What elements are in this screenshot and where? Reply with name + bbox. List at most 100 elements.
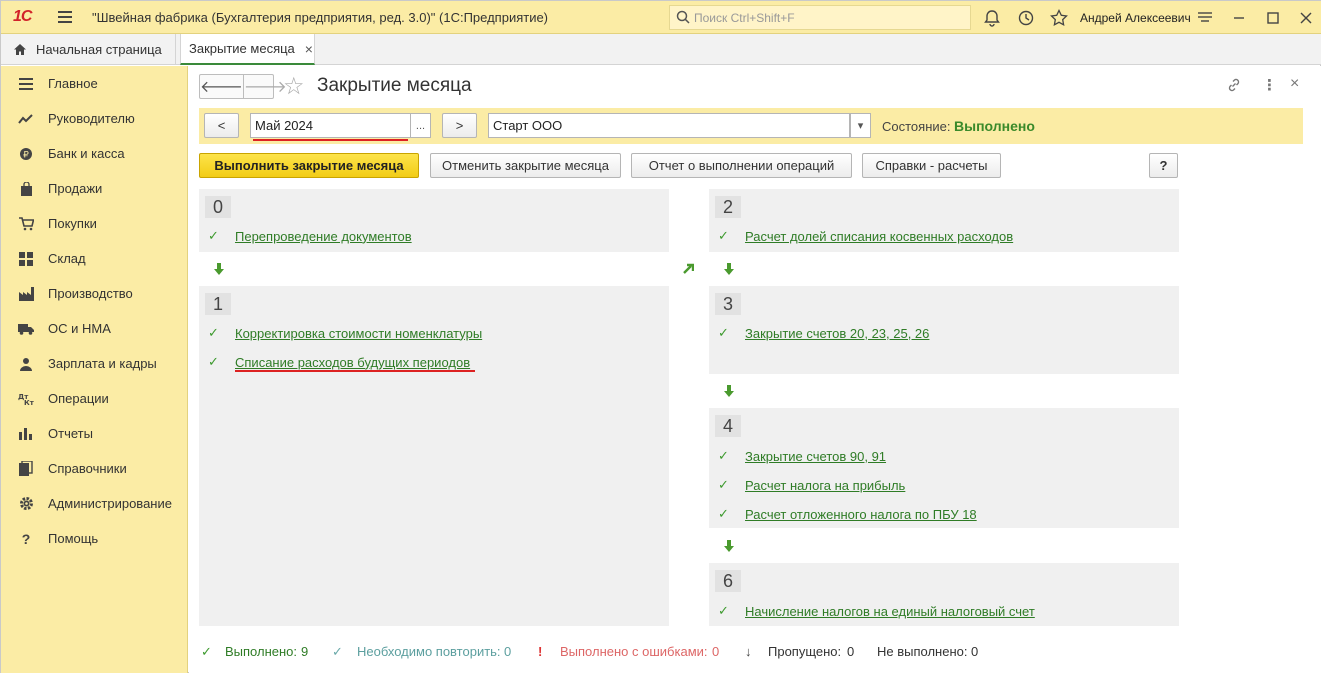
people-icon — [18, 356, 34, 372]
sidebar: Главное Руководителю ₽ Банк и касса Прод… — [1, 66, 188, 673]
operation-link[interactable]: Списание расходов будущих периодов — [235, 355, 470, 370]
sidebar-item-operations[interactable]: Дт Кт Операции — [1, 381, 188, 416]
organization-field[interactable]: Старт ООО — [488, 113, 850, 138]
operation-link[interactable]: Закрытие счетов 90, 91 — [745, 449, 886, 464]
period-select-button[interactable]: ... — [410, 113, 431, 138]
check-icon: ✓ — [718, 228, 729, 243]
check-icon: ✓ — [718, 506, 729, 521]
list-item: ✓ Списание расходов будущих периодов — [199, 352, 669, 372]
sidebar-item-salary[interactable]: Зарплата и кадры — [1, 346, 188, 381]
stage-number: 1 — [205, 293, 231, 315]
done-label: Выполнено: — [225, 644, 298, 659]
forward-arrow-icon[interactable]: 🡒 — [244, 75, 287, 98]
help-button[interactable]: ? — [1149, 153, 1178, 178]
app-logo: 1С — [13, 8, 32, 25]
settings-menu-icon[interactable] — [1195, 8, 1215, 28]
close-form-icon[interactable]: × — [1290, 75, 1299, 93]
sidebar-item-bank[interactable]: ₽ Банк и касса — [1, 136, 188, 171]
cart-icon — [18, 216, 34, 232]
check-icon: ✓ — [718, 448, 729, 463]
bell-icon[interactable] — [982, 8, 1002, 28]
stage-panel-0: 0 ✓ Перепроведение документов — [199, 189, 669, 252]
search-input[interactable]: Поиск Ctrl+Shift+F — [669, 5, 971, 30]
skip-arrow-icon: ↓ — [745, 644, 752, 659]
svg-text:Кт: Кт — [24, 399, 34, 406]
coin-icon: ₽ — [18, 146, 34, 162]
sidebar-item-admin[interactable]: Администрирование — [1, 486, 188, 521]
minimize-icon[interactable] — [1229, 8, 1249, 28]
skipped-count: 0 — [847, 644, 855, 659]
sidebar-item-label: Администрирование — [48, 496, 172, 511]
sidebar-item-fixed-assets[interactable]: ОС и НМА — [1, 311, 188, 346]
stage-number: 0 — [205, 196, 231, 218]
sidebar-item-main[interactable]: Главное — [1, 66, 188, 101]
sidebar-item-label: Справочники — [48, 461, 127, 476]
close-window-icon[interactable] — [1296, 8, 1316, 28]
sidebar-item-purchases[interactable]: Покупки — [1, 206, 188, 241]
operation-link[interactable]: Закрытие счетов 20, 23, 25, 26 — [745, 326, 929, 341]
list-item: ✓ Перепроведение документов — [199, 226, 669, 246]
sidebar-item-reports[interactable]: Отчеты — [1, 416, 188, 451]
operation-link[interactable]: Расчет налога на прибыль — [745, 478, 905, 493]
cancel-month-closing-button[interactable]: Отменить закрытие месяца — [430, 153, 621, 178]
sidebar-item-warehouse[interactable]: Склад — [1, 241, 188, 276]
arrow-down-icon — [724, 385, 734, 397]
error-exclamation-icon: ! — [538, 644, 543, 659]
sidebar-item-sales[interactable]: Продажи — [1, 171, 188, 206]
prev-period-button[interactable]: < — [204, 113, 239, 138]
user-name[interactable]: Андрей Алексеевич — [1080, 11, 1191, 25]
operation-link[interactable]: Перепроведение документов — [235, 229, 412, 244]
sidebar-item-help[interactable]: ? Помощь — [1, 521, 188, 556]
tab-home[interactable]: Начальная страница — [1, 34, 176, 64]
list-item: ✓ Начисление налогов на единый налоговый… — [709, 601, 1179, 621]
sidebar-item-label: Зарплата и кадры — [48, 356, 157, 371]
errors-label: Выполнено с ошибками: — [560, 644, 708, 659]
main-menu-icon[interactable] — [58, 11, 72, 23]
sidebar-item-manager[interactable]: Руководителю — [1, 101, 188, 136]
calculations-button[interactable]: Справки - расчеты — [862, 153, 1001, 178]
sidebar-item-label: Руководителю — [48, 111, 135, 126]
dt-kt-icon: Дт Кт — [18, 391, 34, 407]
close-tab-icon[interactable]: × — [305, 41, 313, 57]
skipped-label: Пропущено: — [768, 644, 842, 659]
sidebar-item-label: Склад — [48, 251, 86, 266]
factory-icon — [18, 286, 34, 302]
operation-link[interactable]: Расчет долей списания косвенных расходов — [745, 229, 1013, 244]
tab-month-closing[interactable]: Закрытие месяца × — [180, 34, 315, 65]
check-icon: ✓ — [718, 477, 729, 492]
list-item: ✓ Расчет налога на прибыль — [709, 475, 1179, 495]
favorites-star-icon[interactable] — [1049, 8, 1069, 28]
title-bar: 1С "Швейная фабрика (Бухгалтерия предпри… — [1, 1, 1321, 34]
next-period-button[interactable]: > — [442, 113, 477, 138]
favorite-star-icon[interactable]: ☆ — [283, 72, 305, 101]
truck-icon — [18, 321, 34, 337]
chevron-down-icon[interactable]: ▾ — [850, 113, 871, 138]
history-icon[interactable] — [1016, 8, 1036, 28]
link-icon[interactable] — [1226, 77, 1242, 93]
list-item: ✓ Корректировка стоимости номенклатуры — [199, 323, 669, 343]
operation-link[interactable]: Начисление налогов на единый налоговый с… — [745, 604, 1035, 619]
errors-count: 0 — [712, 644, 720, 659]
run-month-closing-button[interactable]: Выполнить закрытие месяца — [199, 153, 419, 178]
app-title: "Швейная фабрика (Бухгалтерия предприяти… — [92, 10, 549, 25]
operations-report-button[interactable]: Отчет о выполнении операций — [631, 153, 852, 178]
state-value: Выполнено — [954, 118, 1035, 134]
bag-icon — [18, 181, 34, 197]
operation-link[interactable]: Расчет отложенного налога по ПБУ 18 — [745, 507, 977, 522]
sidebar-item-directories[interactable]: Справочники — [1, 451, 188, 486]
stage-number: 3 — [715, 293, 741, 315]
maximize-icon[interactable] — [1263, 8, 1283, 28]
done-count: 9 — [301, 644, 309, 659]
repeat-label: Необходимо повторить: — [357, 644, 501, 659]
operation-link[interactable]: Корректировка стоимости номенклатуры — [235, 326, 482, 341]
back-arrow-icon[interactable]: 🡐 — [200, 75, 244, 98]
check-icon: ✓ — [718, 325, 729, 340]
more-actions-icon[interactable]: ⋮ — [1262, 76, 1277, 94]
sidebar-item-production[interactable]: Производство — [1, 276, 188, 311]
list-item: ✓ Расчет отложенного налога по ПБУ 18 — [709, 504, 1179, 524]
sidebar-item-label: Отчеты — [48, 426, 93, 441]
period-field[interactable]: Май 2024 — [250, 113, 411, 138]
stage-panel-3: 3 ✓ Закрытие счетов 20, 23, 25, 26 — [709, 286, 1179, 374]
sidebar-item-label: Производство — [48, 286, 133, 301]
sidebar-item-label: Покупки — [48, 216, 97, 231]
